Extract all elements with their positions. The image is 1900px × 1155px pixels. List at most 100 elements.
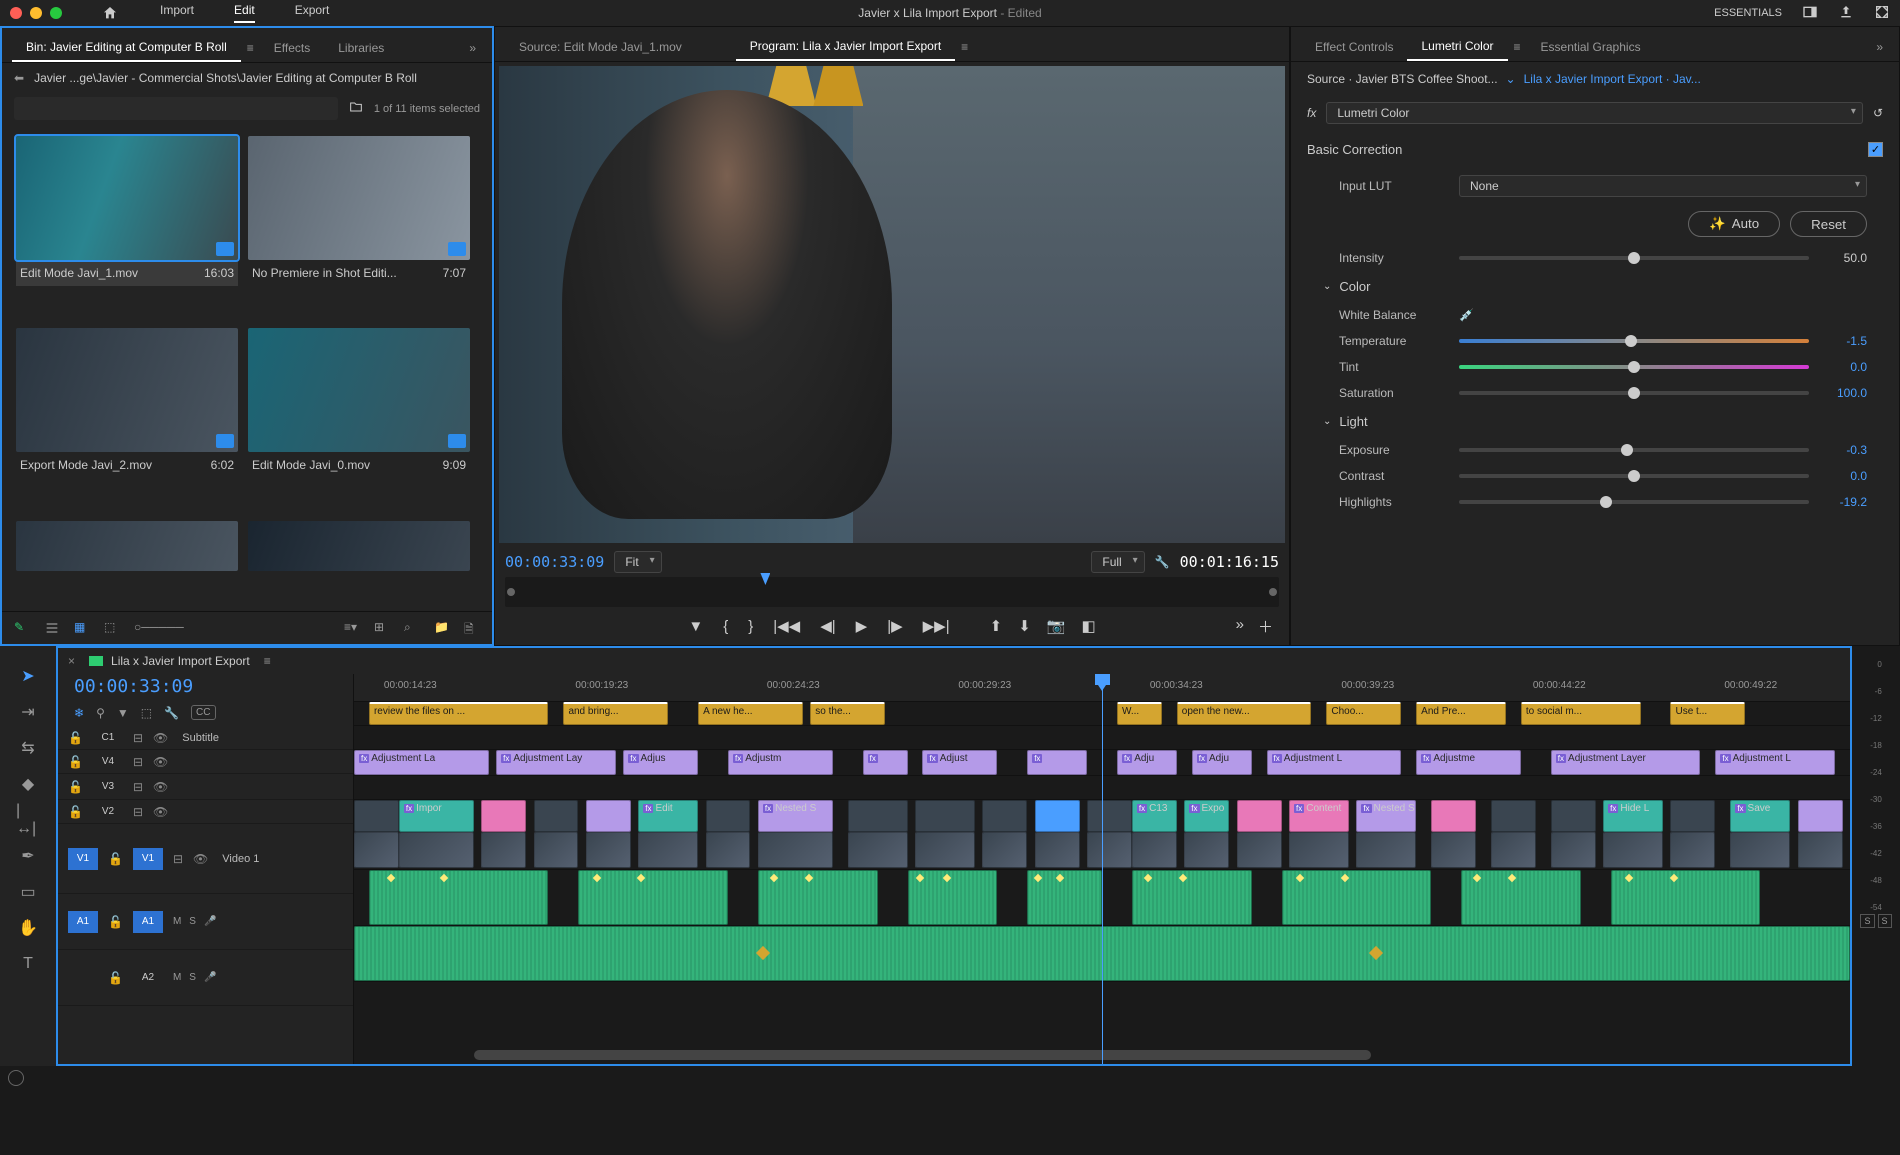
video-clip[interactable]: fxExpo: [1184, 800, 1229, 832]
tab-bin[interactable]: Bin: Javier Editing at Computer B Roll: [12, 34, 241, 62]
workspace-panel-icon[interactable]: [1802, 4, 1818, 23]
basic-correction-header[interactable]: Basic Correction ✓: [1291, 130, 1899, 169]
mute-button[interactable]: M: [173, 972, 181, 983]
captions-icon[interactable]: CC: [191, 705, 215, 720]
video-clip[interactable]: fxNested S: [758, 800, 833, 832]
video-clip-thumb[interactable]: [1035, 832, 1080, 868]
breadcrumb-back-icon[interactable]: ⬅: [14, 71, 24, 85]
video-clip[interactable]: [534, 800, 579, 832]
input-lut-dropdown[interactable]: None: [1459, 175, 1867, 197]
play-icon[interactable]: ▶: [856, 617, 868, 635]
lock-icon[interactable]: 🔓: [108, 971, 123, 985]
saturation-slider[interactable]: [1459, 391, 1809, 395]
program-monitor-viewer[interactable]: [499, 66, 1285, 543]
adjustment-clip[interactable]: fx: [863, 750, 908, 775]
adjustment-clip[interactable]: fx: [1027, 750, 1087, 775]
video-clip-thumb[interactable]: [586, 832, 631, 868]
track-target[interactable]: V3: [93, 776, 123, 798]
exposure-slider[interactable]: [1459, 448, 1809, 452]
tab-essential-graphics[interactable]: Essential Graphics: [1527, 34, 1655, 60]
tab-lumetri-color[interactable]: Lumetri Color: [1407, 33, 1507, 61]
tab-menu-icon[interactable]: ≡: [1508, 40, 1527, 54]
video-clip-thumb[interactable]: [354, 832, 399, 868]
track-target[interactable]: A2: [133, 967, 163, 989]
out-point-icon[interactable]: [1269, 588, 1277, 596]
toggle-output-icon[interactable]: 👁: [193, 852, 208, 866]
adjustment-clip[interactable]: fxAdjustme: [1416, 750, 1521, 775]
step-back-icon[interactable]: ◀|: [820, 617, 835, 635]
list-view-icon[interactable]: [44, 620, 60, 636]
fx-badge-icon[interactable]: fx: [1307, 106, 1316, 120]
video-clip[interactable]: fxNested S: [1356, 800, 1416, 832]
creative-cloud-icon[interactable]: [8, 1070, 24, 1086]
track-name[interactable]: Video 1: [222, 853, 259, 865]
reset-button[interactable]: Reset: [1790, 211, 1867, 237]
audio-clip[interactable]: [908, 870, 998, 925]
video-clip[interactable]: [1035, 800, 1080, 832]
video-clip[interactable]: [706, 800, 751, 832]
intensity-slider[interactable]: [1459, 256, 1809, 260]
eyedropper-icon[interactable]: 💉: [1459, 308, 1474, 322]
track-target[interactable]: V4: [93, 751, 123, 773]
lock-icon[interactable]: 🔓: [68, 755, 83, 769]
lock-icon[interactable]: 🔓: [108, 852, 123, 866]
solo-button[interactable]: S: [189, 916, 196, 927]
color-section-header[interactable]: ⌄ Color: [1291, 271, 1899, 302]
lift-icon[interactable]: ⬆: [990, 617, 1003, 635]
freeform-view-icon[interactable]: ⬚: [104, 620, 120, 636]
video-clip[interactable]: fxHide L: [1603, 800, 1663, 832]
video-clip[interactable]: [1670, 800, 1715, 832]
clip-thumbnail[interactable]: [16, 521, 238, 603]
tab-program-monitor[interactable]: Program: Lila x Javier Import Export: [736, 33, 955, 61]
lock-icon[interactable]: 🔓: [68, 780, 83, 794]
temperature-slider[interactable]: [1459, 339, 1809, 343]
button-editor-icon[interactable]: »: [1236, 616, 1244, 637]
clip-thumbnail[interactable]: Edit Mode Javi_1.mov16:03: [16, 136, 238, 318]
sequence-tab[interactable]: Lila x Javier Import Export ≡: [89, 654, 277, 668]
caption-clip[interactable]: to social m...: [1521, 702, 1641, 725]
caption-clip[interactable]: and bring...: [563, 702, 668, 725]
video-clip-thumb[interactable]: [534, 832, 579, 868]
audio-clip[interactable]: [1611, 870, 1761, 925]
mode-export[interactable]: Export: [295, 3, 330, 23]
lumetri-sequence-link[interactable]: Lila x Javier Import Export · Jav...: [1524, 72, 1701, 86]
light-section-header[interactable]: ⌄ Light: [1291, 406, 1899, 437]
track-target[interactable]: V1: [133, 848, 163, 870]
solo-button[interactable]: S: [189, 972, 196, 983]
video-clip-thumb[interactable]: [706, 832, 751, 868]
tab-menu-icon[interactable]: ≡: [241, 41, 260, 55]
mark-out-icon[interactable]: }: [748, 618, 753, 635]
tab-menu-icon[interactable]: ≡: [258, 654, 277, 668]
video-clip[interactable]: fxEdit: [638, 800, 698, 832]
sync-lock-icon[interactable]: ⊟: [133, 755, 143, 769]
solo-left-icon[interactable]: S: [1860, 914, 1874, 928]
clip-thumbnail[interactable]: No Premiere in Shot Editi...7:07: [248, 136, 470, 318]
home-icon[interactable]: [102, 5, 120, 21]
video-clip-thumb[interactable]: [1551, 832, 1596, 868]
track-target[interactable]: C1: [93, 727, 123, 749]
track-header-a2[interactable]: 🔓 A2 MS🎤: [58, 950, 353, 1006]
track-header-v1[interactable]: V1 🔓 V1 ⊟ 👁 Video 1: [58, 824, 353, 894]
toggle-output-icon[interactable]: 👁: [153, 780, 168, 794]
video-clip-thumb[interactable]: [1184, 832, 1229, 868]
sequence-settings-icon[interactable]: ⬚: [141, 706, 152, 720]
video-clip[interactable]: [1551, 800, 1596, 832]
video-clip[interactable]: [1798, 800, 1843, 832]
exposure-value[interactable]: -0.3: [1819, 443, 1867, 457]
tab-effect-controls[interactable]: Effect Controls: [1301, 34, 1407, 60]
video-clip-thumb[interactable]: [481, 832, 526, 868]
reset-effect-icon[interactable]: ↺: [1873, 106, 1883, 120]
clip-thumbnail[interactable]: [248, 521, 470, 603]
track-header-c1[interactable]: 🔓 C1 ⊟ 👁 Subtitle: [58, 726, 353, 750]
track-header-v2[interactable]: 🔓 V2 ⊟ 👁: [58, 800, 353, 824]
playhead-icon[interactable]: [760, 573, 770, 585]
step-forward-icon[interactable]: |▶: [887, 617, 902, 635]
toggle-output-icon[interactable]: 👁: [153, 731, 168, 745]
adjustment-clip[interactable]: fxAdjustment L: [1267, 750, 1402, 775]
adjustment-clip[interactable]: fxAdjustment La: [354, 750, 489, 775]
source-patch[interactable]: A1: [68, 911, 98, 933]
panel-overflow-icon[interactable]: »: [463, 41, 482, 55]
track-header-v4[interactable]: 🔓 V4 ⊟ 👁: [58, 750, 353, 774]
type-tool-icon[interactable]: T: [16, 952, 40, 976]
highlights-slider[interactable]: [1459, 500, 1809, 504]
